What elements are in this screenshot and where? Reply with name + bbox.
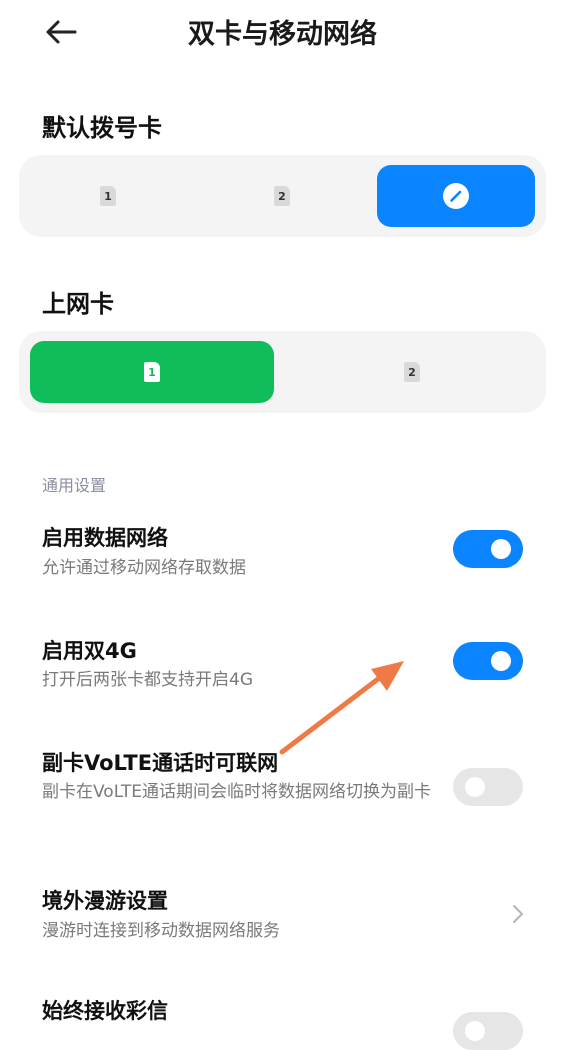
enable-data-title: 启用数据网络 (42, 526, 168, 550)
dial-card-option-1[interactable]: 1 (29, 165, 187, 227)
annotation-arrow-icon (279, 661, 404, 755)
always-receive-mms-toggle[interactable] (453, 1012, 523, 1050)
enable-data-subtitle: 允许通过移动网络存取数据 (42, 558, 246, 578)
data-card-option-1[interactable]: 1 (30, 341, 274, 403)
edit-pencil-icon (443, 183, 469, 209)
data-card-selector: 1 2 (19, 331, 546, 413)
sim-card-icon: 1 (100, 186, 116, 206)
general-settings-header: 通用设置 (42, 476, 107, 495)
sim-card-icon: 2 (274, 186, 290, 206)
roaming-settings-subtitle: 漫游时连接到移动数据网络服务 (42, 921, 280, 941)
sim-card-icon: 1 (144, 362, 160, 382)
dial-card-selector: 1 2 (19, 155, 546, 237)
secondary-volte-toggle[interactable] (453, 768, 523, 806)
page-title: 双卡与移动网络 (188, 19, 377, 50)
always-receive-mms-title: 始终接收彩信 (42, 999, 168, 1023)
enable-data-toggle[interactable] (453, 530, 523, 568)
data-card-label: 上网卡 (42, 290, 114, 318)
secondary-volte-title: 副卡VoLTE通话时可联网 (42, 751, 279, 775)
dial-card-option-ask[interactable] (377, 165, 535, 227)
chevron-right-icon[interactable] (508, 900, 528, 928)
secondary-volte-subtitle: 副卡在VoLTE通话期间会临时将数据网络切换为副卡 (42, 782, 431, 802)
sim-card-icon: 2 (404, 362, 420, 382)
roaming-settings-title[interactable]: 境外漫游设置 (42, 885, 168, 915)
dual-4g-title: 启用双4G (42, 639, 137, 663)
dial-card-option-2[interactable]: 2 (203, 165, 361, 227)
dial-card-label: 默认拨号卡 (42, 114, 162, 142)
data-card-option-2[interactable]: 2 (290, 341, 534, 403)
dual-4g-toggle[interactable] (453, 642, 523, 680)
